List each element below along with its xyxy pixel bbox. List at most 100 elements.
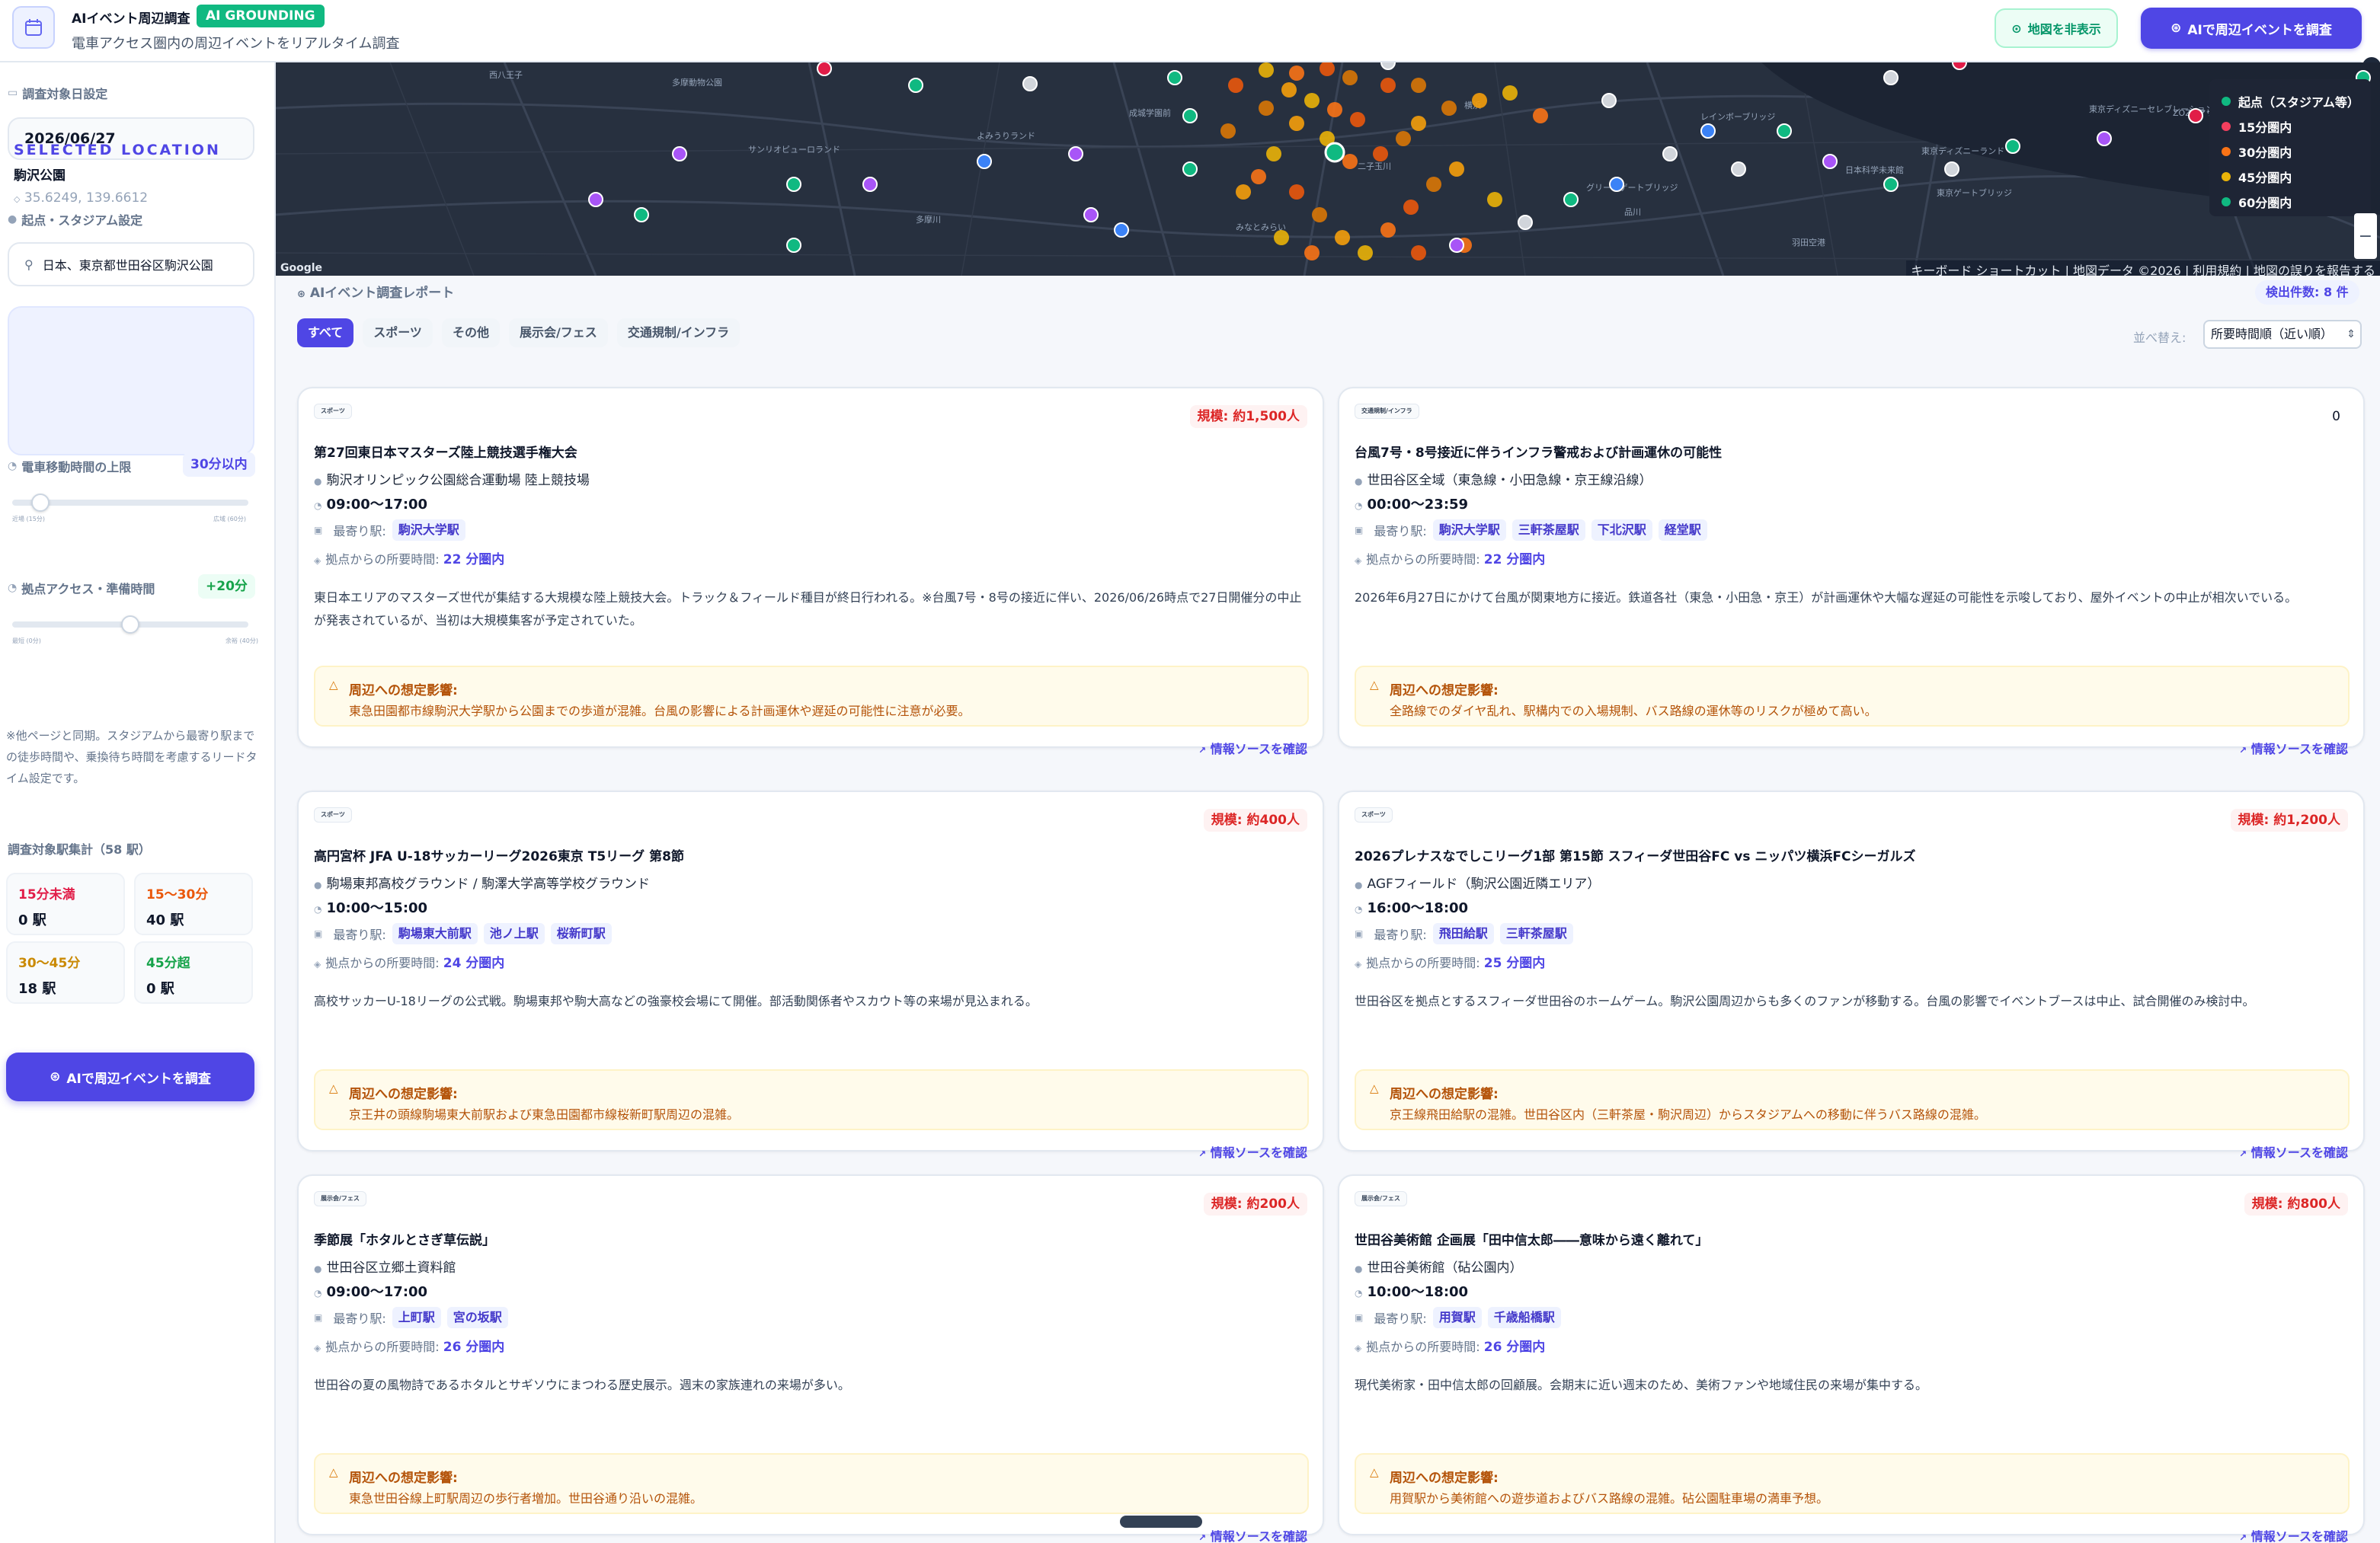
poi-marker[interactable] bbox=[1883, 177, 1899, 192]
origin-marker[interactable] bbox=[1324, 142, 1345, 163]
source-link[interactable]: ↗ 情報ソースを確認 bbox=[1198, 1526, 1307, 1543]
sidebar-survey-button[interactable]: ⊛ AIで周辺イベントを調査 bbox=[6, 1053, 254, 1101]
poi-marker[interactable] bbox=[2005, 139, 2020, 154]
tab-exhibition[interactable]: 展示会/フェス bbox=[508, 318, 608, 347]
poi-marker[interactable] bbox=[1952, 62, 1967, 70]
station-chip[interactable]: 飛田給駅 bbox=[1432, 923, 1494, 944]
poi-marker[interactable] bbox=[2188, 108, 2203, 123]
poi-marker[interactable] bbox=[1822, 154, 1838, 169]
event-card[interactable]: スポーツ 規模: 約1,200人 2026プレナスなでしこリーグ1部 第15節 … bbox=[1338, 791, 2365, 1160]
station-marker[interactable] bbox=[1274, 230, 1289, 245]
poi-marker[interactable] bbox=[786, 177, 801, 192]
event-card[interactable]: スポーツ 規模: 約400人 高円宮杯 JFA U-18サッカーリーグ2026東… bbox=[297, 791, 1324, 1160]
station-marker[interactable] bbox=[1228, 78, 1243, 93]
station-marker[interactable] bbox=[1411, 116, 1426, 131]
station-marker[interactable] bbox=[1441, 101, 1457, 116]
station-marker[interactable] bbox=[1533, 108, 1548, 123]
event-card[interactable]: 展示会/フェス 規模: 約200人 季節展「ホタルとさぎ草伝説」 ● 世田谷区立郷… bbox=[297, 1174, 1324, 1543]
station-marker[interactable] bbox=[1289, 116, 1304, 131]
station-chip[interactable]: 三軒茶屋駅 bbox=[1511, 519, 1585, 541]
station-marker[interactable] bbox=[1266, 146, 1281, 161]
sort-select[interactable]: 所要時間順（近い順） ⇕ bbox=[2203, 320, 2362, 349]
poi-marker[interactable] bbox=[786, 238, 801, 253]
station-marker[interactable] bbox=[1373, 146, 1388, 161]
event-card[interactable]: 展示会/フェス 規模: 約800人 世田谷美術館 企画展「田中信太郎――意味から… bbox=[1338, 1174, 2365, 1543]
poi-marker[interactable] bbox=[1662, 146, 1678, 161]
event-card[interactable]: スポーツ 規模: 約1,500人 第27回東日本マスターズ陸上競技選手権大会 ●… bbox=[297, 387, 1324, 756]
event-map[interactable]: 西八王子 多摩動物公園 サンリオピューロランド よみうりランド 成城学園前 二子玉川 品川 東… bbox=[276, 62, 2380, 276]
station-marker[interactable] bbox=[1502, 85, 1518, 101]
station-chip[interactable]: 宮の坂駅 bbox=[446, 1307, 508, 1328]
station-chip[interactable]: 駒沢大学駅 bbox=[392, 519, 465, 541]
station-chip[interactable]: 桜新町駅 bbox=[550, 923, 612, 944]
station-chip[interactable]: 駒場東大前駅 bbox=[392, 923, 478, 944]
poi-marker[interactable] bbox=[1380, 62, 1396, 70]
source-link[interactable]: ↗ 情報ソースを確認 bbox=[1198, 739, 1307, 757]
poi-marker[interactable] bbox=[908, 78, 923, 93]
source-link[interactable]: ↗ 情報ソースを確認 bbox=[1198, 1142, 1307, 1161]
poi-marker[interactable] bbox=[1777, 123, 1792, 139]
poi-marker[interactable] bbox=[2097, 131, 2112, 146]
station-chip[interactable]: 駒沢大学駅 bbox=[1432, 519, 1506, 541]
scroll-indicator[interactable] bbox=[1120, 1516, 1202, 1528]
poi-marker[interactable] bbox=[634, 207, 649, 222]
poi-marker[interactable] bbox=[1114, 222, 1129, 238]
station-marker[interactable] bbox=[1289, 65, 1304, 81]
map-attribution[interactable]: キーボード ショートカット | 地図データ ©2026 | 利用規約 | 地図の… bbox=[1906, 260, 2380, 276]
poi-marker[interactable] bbox=[672, 146, 687, 161]
tab-other[interactable]: その他 bbox=[441, 318, 500, 347]
source-link[interactable]: ↗ 情報ソースを確認 bbox=[2239, 1526, 2348, 1543]
station-marker[interactable] bbox=[1472, 93, 1487, 108]
poi-marker[interactable] bbox=[1083, 207, 1099, 222]
poi-marker[interactable] bbox=[977, 154, 992, 169]
poi-marker[interactable] bbox=[1022, 76, 1038, 91]
station-marker[interactable] bbox=[1396, 131, 1411, 146]
source-link[interactable]: ↗ 情報ソースを確認 bbox=[2239, 739, 2348, 757]
tab-sports[interactable]: スポーツ bbox=[363, 318, 433, 347]
station-marker[interactable] bbox=[1403, 200, 1419, 215]
station-marker[interactable] bbox=[1358, 245, 1373, 260]
station-marker[interactable] bbox=[1281, 82, 1297, 97]
poi-marker[interactable] bbox=[1182, 108, 1198, 123]
poi-marker[interactable] bbox=[1731, 161, 1746, 177]
prep-time-slider[interactable] bbox=[12, 615, 248, 634]
poi-marker[interactable] bbox=[1700, 123, 1716, 139]
station-marker[interactable] bbox=[1350, 112, 1365, 127]
station-marker[interactable] bbox=[1220, 123, 1236, 139]
station-marker[interactable] bbox=[1312, 207, 1327, 222]
station-marker[interactable] bbox=[1259, 101, 1274, 116]
prep-slider-handle[interactable] bbox=[121, 615, 139, 634]
station-marker[interactable] bbox=[1259, 62, 1274, 78]
station-marker[interactable] bbox=[1251, 169, 1266, 184]
station-chip[interactable]: 千歳船橋駅 bbox=[1487, 1307, 1561, 1328]
travel-slider-handle[interactable] bbox=[31, 494, 50, 512]
station-chip[interactable]: 上町駅 bbox=[392, 1307, 441, 1328]
station-marker[interactable] bbox=[1335, 230, 1350, 245]
station-marker[interactable] bbox=[1426, 177, 1441, 192]
poi-marker[interactable] bbox=[1883, 70, 1899, 85]
station-chip[interactable]: 用賀駅 bbox=[1432, 1307, 1482, 1328]
station-marker[interactable] bbox=[1320, 62, 1335, 76]
station-chip[interactable]: 経堂駅 bbox=[1658, 519, 1707, 541]
station-chip[interactable]: 池ノ上駅 bbox=[483, 923, 545, 944]
hide-map-button[interactable]: ⊙ 地図を非表示 bbox=[1995, 8, 2118, 48]
station-marker[interactable] bbox=[1304, 93, 1320, 108]
station-marker[interactable] bbox=[1487, 192, 1502, 207]
station-marker[interactable] bbox=[1411, 78, 1426, 93]
poi-marker[interactable] bbox=[817, 62, 832, 76]
station-marker[interactable] bbox=[1380, 222, 1396, 238]
source-link[interactable]: ↗ 情報ソースを確認 bbox=[2239, 1142, 2348, 1161]
poi-marker[interactable] bbox=[1944, 161, 1959, 177]
header-survey-button[interactable]: ⊛ AIで周辺イベントを調査 bbox=[2141, 8, 2362, 49]
poi-marker[interactable] bbox=[1449, 238, 1464, 253]
poi-marker[interactable] bbox=[1609, 177, 1624, 192]
poi-marker[interactable] bbox=[1182, 161, 1198, 177]
zoom-out-button[interactable]: − bbox=[2354, 213, 2377, 259]
station-marker[interactable] bbox=[1380, 78, 1396, 93]
poi-marker[interactable] bbox=[1601, 93, 1617, 108]
station-chip[interactable]: 三軒茶屋駅 bbox=[1499, 923, 1573, 944]
poi-marker[interactable] bbox=[1068, 146, 1083, 161]
station-marker[interactable] bbox=[1411, 245, 1426, 260]
station-marker[interactable] bbox=[1304, 245, 1320, 260]
poi-marker[interactable] bbox=[1518, 215, 1533, 230]
